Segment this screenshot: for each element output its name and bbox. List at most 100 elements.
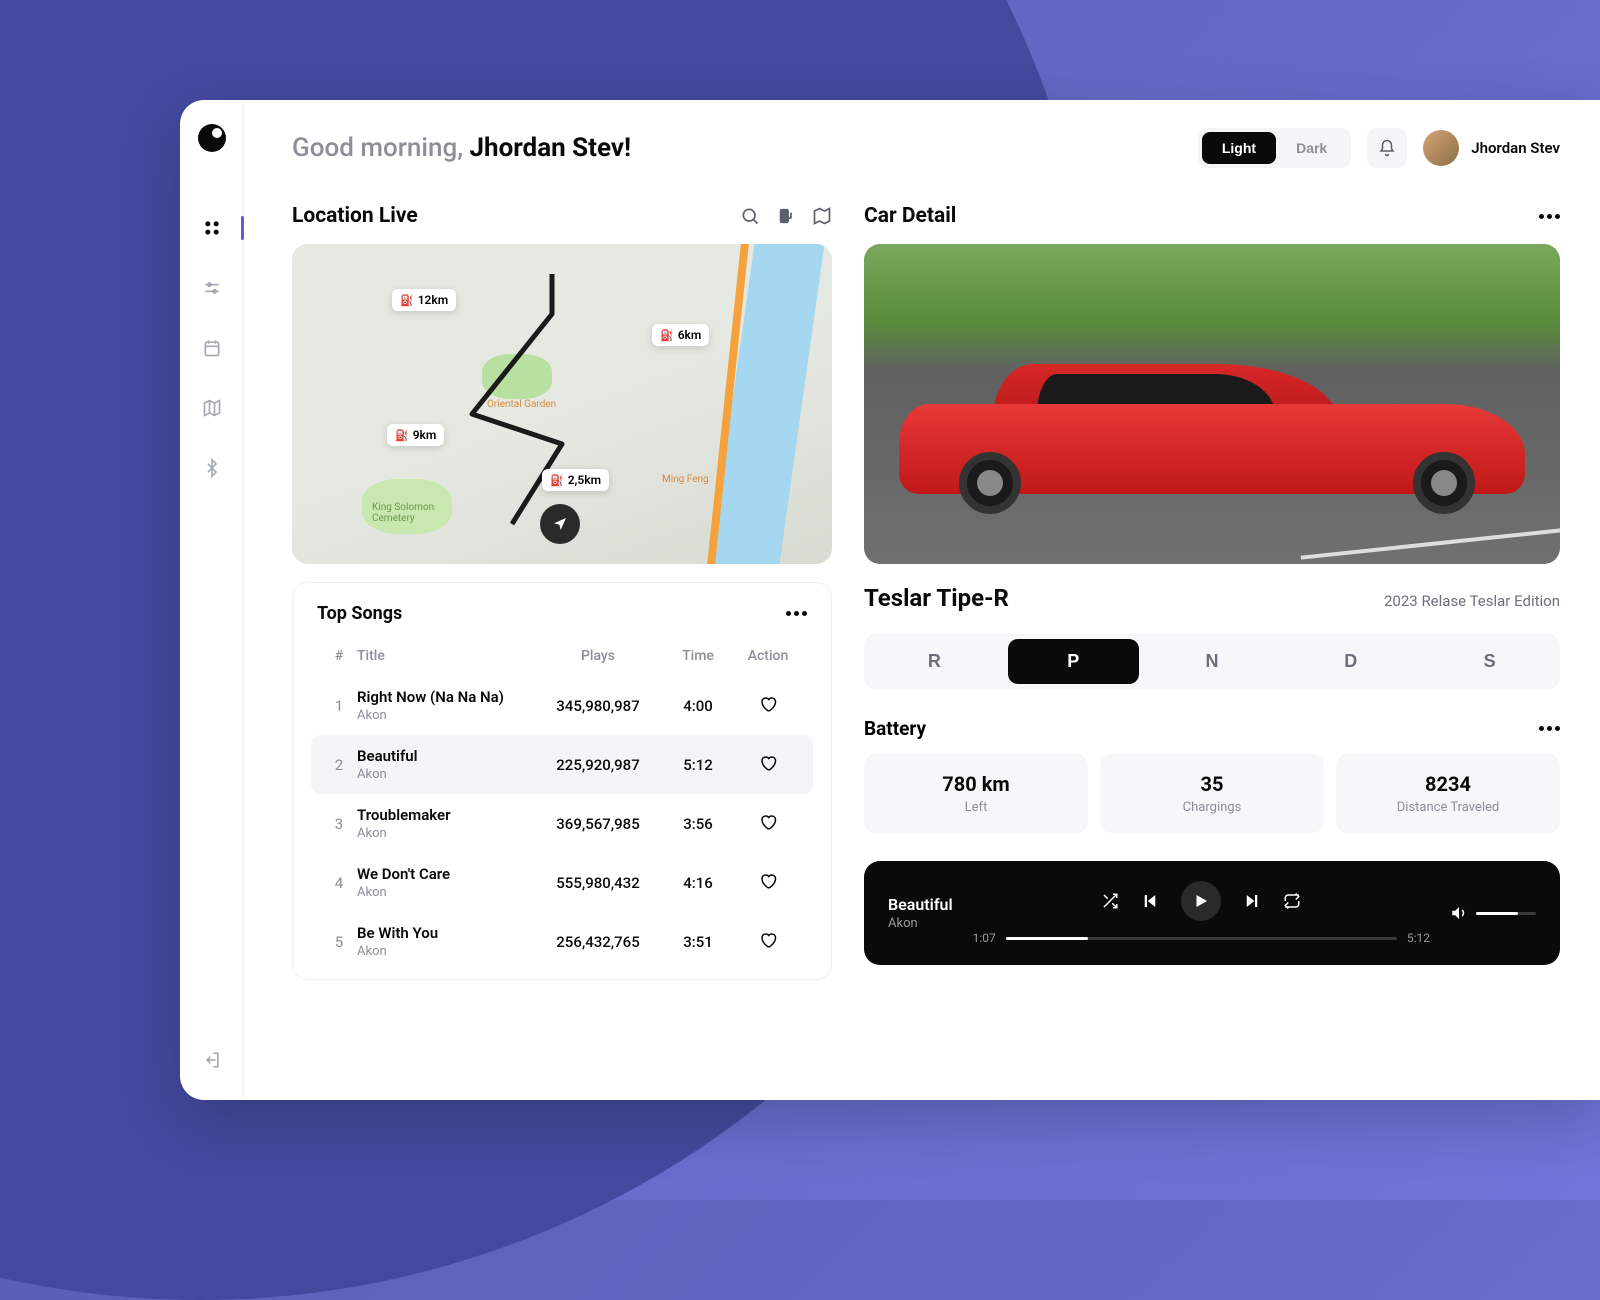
map-fold-icon[interactable] <box>812 206 832 226</box>
theme-light-button[interactable]: Light <box>1202 132 1276 164</box>
map-poi-label: King SolomonCemetery <box>372 502 434 524</box>
battery-label: Distance Traveled <box>1346 800 1550 815</box>
battery-value: 780 km <box>874 772 1078 796</box>
gear-n-button[interactable]: N <box>1147 639 1278 684</box>
time-elapsed: 1:07 <box>973 931 996 945</box>
user-menu[interactable]: Jhordan Stev <box>1423 130 1560 166</box>
gear-s-button[interactable]: S <box>1424 639 1555 684</box>
battery-title: Battery <box>864 717 926 740</box>
battery-value: 8234 <box>1346 772 1550 796</box>
progress-fill <box>1006 937 1088 940</box>
app-logo-icon[interactable] <box>198 124 226 152</box>
volume-bar[interactable] <box>1476 912 1536 915</box>
map-pin[interactable]: 6km <box>652 324 709 346</box>
battery-card: 35 Chargings <box>1100 754 1324 833</box>
play-button[interactable] <box>1181 881 1221 921</box>
songs-table-head: # Title Plays Time Action <box>311 636 813 676</box>
song-row[interactable]: 5 Be With You Akon 256,432,765 3:51 <box>311 912 813 971</box>
more-button[interactable] <box>786 611 807 616</box>
car-edition: 2023 Relase Teslar Edition <box>1384 592 1560 610</box>
song-row[interactable]: 2 Beautiful Akon 225,920,987 5:12 <box>311 735 813 794</box>
battery-stats: 780 km Left 35 Chargings 8234 Distance Tra… <box>864 754 1560 833</box>
favorite-button[interactable] <box>733 872 803 894</box>
car-image <box>864 244 1560 564</box>
volume-fill <box>1476 912 1518 915</box>
song-title-cell: We Don't Care Akon <box>357 865 533 900</box>
next-track-icon[interactable] <box>1243 892 1261 910</box>
time-total: 5:12 <box>1407 931 1430 945</box>
gear-p-button[interactable]: P <box>1008 639 1139 684</box>
songs-card: Top Songs # Title Plays Time Action 1 Ri… <box>292 582 832 980</box>
nav-calendar[interactable] <box>196 332 228 364</box>
greeting: Good morning, Jhordan Stev! <box>292 133 631 163</box>
map-pin[interactable]: 12km <box>392 289 456 311</box>
car-meta: Teslar Tipe-R 2023 Relase Teslar Edition <box>864 584 1560 612</box>
heart-icon <box>759 695 777 713</box>
song-row[interactable]: 1 Right Now (Na Na Na) Akon 345,980,987 … <box>311 676 813 735</box>
battery-head: Battery <box>864 717 1560 740</box>
song-number: 2 <box>321 756 357 774</box>
more-button[interactable] <box>1539 726 1560 731</box>
col-title: Title <box>357 648 533 664</box>
song-time: 3:56 <box>663 815 733 833</box>
more-button[interactable] <box>1539 214 1560 219</box>
car-head: Car Detail <box>864 204 1560 228</box>
song-artist: Akon <box>357 885 533 900</box>
song-row[interactable]: 4 We Don't Care Akon 555,980,432 4:16 <box>311 853 813 912</box>
nav-dashboard[interactable] <box>196 212 228 244</box>
song-plays: 345,980,987 <box>533 697 663 715</box>
favorite-button[interactable] <box>733 813 803 835</box>
repeat-icon[interactable] <box>1283 892 1301 910</box>
song-title-cell: Troublemaker Akon <box>357 806 533 841</box>
song-number: 5 <box>321 933 357 951</box>
charging-station-icon[interactable] <box>776 206 796 226</box>
main: Good morning, Jhordan Stev! Light Dark J… <box>244 100 1600 1100</box>
greeting-prefix: Good morning, <box>292 133 470 163</box>
play-icon <box>1192 892 1210 910</box>
song-title: Troublemaker <box>357 806 533 824</box>
player-center: 1:07 5:12 <box>973 881 1430 945</box>
bell-icon <box>1378 139 1396 157</box>
music-player: Beautiful Akon <box>864 861 1560 965</box>
battery-label: Chargings <box>1110 800 1314 815</box>
nav-map[interactable] <box>196 392 228 424</box>
map-pin[interactable]: 9km <box>387 424 444 446</box>
song-number: 3 <box>321 815 357 833</box>
player-controls <box>1101 881 1301 921</box>
song-row[interactable]: 3 Troublemaker Akon 369,567,985 3:56 <box>311 794 813 853</box>
avatar <box>1423 130 1459 166</box>
songs-title: Top Songs <box>317 603 402 624</box>
volume-control <box>1450 904 1536 922</box>
col-action: Action <box>733 648 803 664</box>
battery-label: Left <box>874 800 1078 815</box>
shuffle-icon[interactable] <box>1101 892 1119 910</box>
song-time: 3:51 <box>663 933 733 951</box>
battery-value: 35 <box>1110 772 1314 796</box>
logout-icon <box>202 1050 222 1070</box>
notifications-button[interactable] <box>1367 128 1407 168</box>
song-title-cell: Be With You Akon <box>357 924 533 959</box>
gear-d-button[interactable]: D <box>1285 639 1416 684</box>
gear-r-button[interactable]: R <box>869 639 1000 684</box>
theme-dark-button[interactable]: Dark <box>1276 132 1347 164</box>
nav <box>196 212 228 1044</box>
nav-bluetooth[interactable] <box>196 452 228 484</box>
song-number: 1 <box>321 697 357 715</box>
sidebar <box>180 100 244 1100</box>
song-artist: Akon <box>357 708 533 723</box>
favorite-button[interactable] <box>733 931 803 953</box>
progress-row: 1:07 5:12 <box>973 931 1430 945</box>
nav-logout[interactable] <box>196 1044 228 1076</box>
map-pin[interactable]: 2,5km <box>542 469 609 491</box>
song-time: 5:12 <box>663 756 733 774</box>
nav-settings[interactable] <box>196 272 228 304</box>
favorite-button[interactable] <box>733 754 803 776</box>
grid-icon <box>202 218 222 238</box>
volume-icon[interactable] <box>1450 904 1468 922</box>
progress-bar[interactable] <box>1006 937 1397 940</box>
location-section: Location Live <box>292 204 832 564</box>
map[interactable]: Oriental Garden Ming Feng King SolomonCe… <box>292 244 832 564</box>
search-icon[interactable] <box>740 206 760 226</box>
favorite-button[interactable] <box>733 695 803 717</box>
previous-track-icon[interactable] <box>1141 892 1159 910</box>
